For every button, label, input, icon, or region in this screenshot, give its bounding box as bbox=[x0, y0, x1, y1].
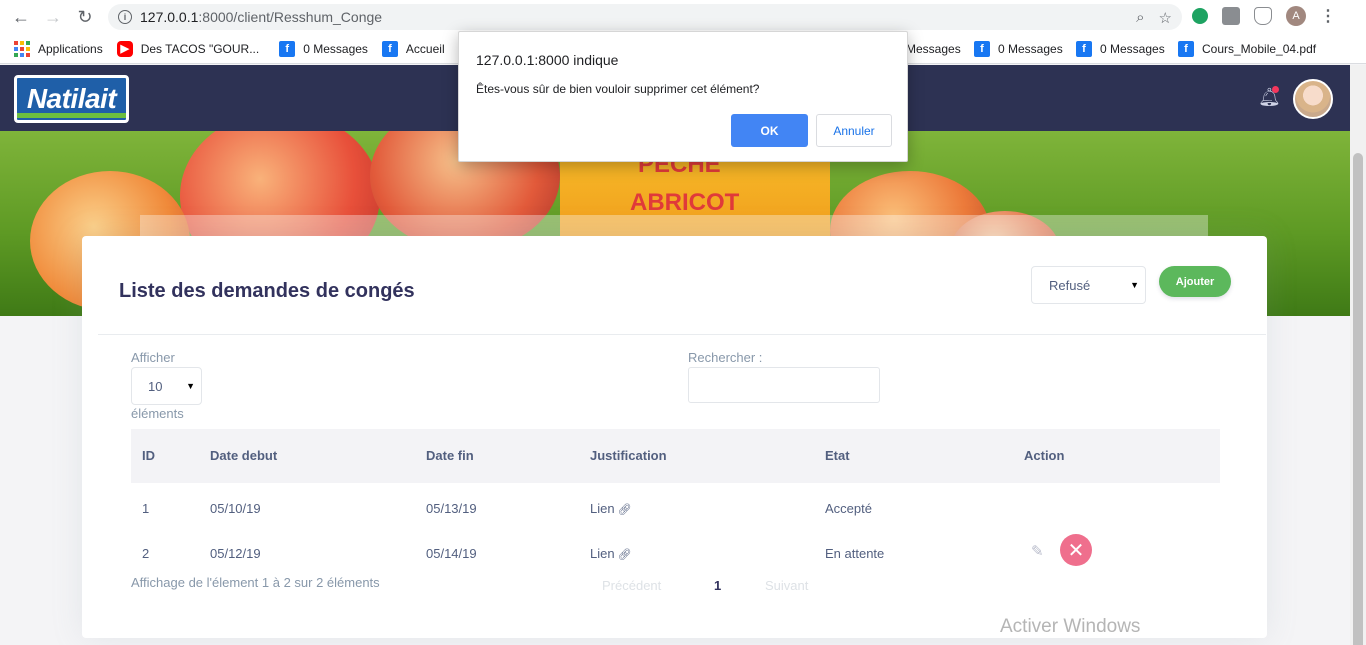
link-label: Lien bbox=[590, 546, 615, 561]
column-header-action[interactable]: Action bbox=[1024, 448, 1064, 463]
url-host: 127.0.0.1 bbox=[140, 9, 199, 25]
user-avatar[interactable] bbox=[1293, 79, 1333, 119]
url-path: :8000/client/Resshum_Conge bbox=[198, 9, 383, 25]
ok-button[interactable]: OK bbox=[731, 114, 808, 147]
address-bar[interactable]: i 127.0.0.1:8000/client/Resshum_Conge ⌕ … bbox=[108, 4, 1182, 30]
bookmark-label: Cours_Mobile_04.pdf bbox=[1202, 41, 1317, 56]
menu-dots-icon[interactable]: ⋮ bbox=[1320, 6, 1336, 26]
bookmark-label: Applications bbox=[38, 41, 103, 56]
justification-link[interactable]: Lien 🔗︎ bbox=[590, 501, 632, 516]
notification-bell-icon[interactable]: 🔔︎ bbox=[1258, 86, 1281, 107]
site-info-icon[interactable]: i bbox=[118, 10, 132, 24]
bookmark-label: 0 Messages bbox=[303, 41, 368, 56]
page-length-select[interactable]: 10 ▼ bbox=[131, 367, 202, 405]
cell-state: Accepté bbox=[825, 501, 872, 516]
cell-end: 05/13/19 bbox=[426, 501, 477, 516]
extension-bag-icon[interactable] bbox=[1222, 7, 1240, 25]
bookmark-label: Accueil bbox=[405, 41, 445, 56]
bookmark-accueil[interactable]: f Accueil bbox=[381, 40, 445, 57]
link-icon: 🔗︎ bbox=[617, 504, 632, 516]
status-filter-value: Refusé bbox=[1049, 277, 1091, 293]
caret-down-icon: ▼ bbox=[186, 381, 195, 391]
column-header-id[interactable]: ID bbox=[142, 448, 155, 463]
extension-shield-icon[interactable] bbox=[1254, 7, 1272, 25]
notification-dot bbox=[1272, 86, 1279, 93]
natilait-logo[interactable]: Natilait bbox=[14, 75, 129, 123]
facebook-icon: f bbox=[1178, 40, 1194, 57]
current-page-button[interactable]: 1 bbox=[714, 578, 721, 593]
confirm-dialog: 127.0.0.1:8000 indique Êtes-vous sûr de … bbox=[458, 31, 908, 162]
extension-green-icon[interactable] bbox=[1192, 8, 1208, 24]
search-label: Rechercher : bbox=[688, 350, 763, 365]
column-header-end[interactable]: Date fin bbox=[426, 448, 474, 463]
add-button[interactable]: Ajouter bbox=[1159, 266, 1231, 297]
delete-button[interactable]: ✕ bbox=[1060, 534, 1092, 566]
table-row: 2 05/12/19 05/14/19 Lien 🔗︎ En attente ✎ … bbox=[131, 532, 1220, 577]
page-title: Liste des demandes de congés bbox=[119, 280, 415, 302]
facebook-icon: f bbox=[279, 40, 296, 57]
profile-avatar[interactable]: A bbox=[1286, 6, 1306, 26]
cancel-button[interactable]: Annuler bbox=[816, 114, 892, 147]
bookmark-messages-1[interactable]: f 0 Messages bbox=[279, 40, 368, 57]
apps-icon bbox=[14, 40, 30, 57]
back-icon[interactable]: ← bbox=[10, 6, 32, 28]
column-header-state[interactable]: Etat bbox=[825, 448, 850, 463]
bookmark-label: 0 Messages bbox=[1100, 41, 1165, 56]
table-header: ID Date debut Date fin Justification Eta… bbox=[131, 429, 1220, 483]
bookmark-messages-4[interactable]: f 0 Messages bbox=[1076, 40, 1165, 57]
cell-start: 05/12/19 bbox=[210, 546, 261, 561]
dialog-title: 127.0.0.1:8000 indique bbox=[476, 52, 619, 68]
search-input[interactable] bbox=[688, 367, 880, 403]
forward-icon[interactable]: → bbox=[42, 6, 64, 28]
cell-end: 05/14/19 bbox=[426, 546, 477, 561]
bookmark-label: Messages bbox=[906, 41, 961, 56]
bookmark-tacos[interactable]: ▶ Des TACOS "GOUR... bbox=[116, 40, 260, 57]
cell-id: 1 bbox=[142, 501, 150, 516]
caret-down-icon: ▼ bbox=[1130, 280, 1139, 290]
facebook-icon: f bbox=[974, 40, 990, 57]
carton-label: ABRICOT bbox=[630, 189, 740, 216]
browser-toolbar: ← → ↻ i 127.0.0.1:8000/client/Resshum_Co… bbox=[0, 0, 1366, 34]
cell-start: 05/10/19 bbox=[210, 501, 261, 516]
zoom-icon[interactable]: ⌕ bbox=[1136, 9, 1144, 27]
status-filter-select[interactable]: Refusé ▼ bbox=[1031, 266, 1146, 304]
banner-overlay bbox=[140, 215, 1208, 237]
next-page-button[interactable]: Suivant bbox=[765, 578, 808, 593]
table-info: Affichage de l'élement 1 à 2 sur 2 éléme… bbox=[131, 575, 380, 590]
show-label: Afficher bbox=[131, 350, 175, 365]
bookmark-cours-pdf[interactable]: f Cours_Mobile_04.pdf bbox=[1178, 40, 1317, 57]
scrollbar-thumb[interactable] bbox=[1353, 153, 1363, 645]
link-label: Lien bbox=[590, 501, 615, 516]
table-row: 1 05/10/19 05/13/19 Lien 🔗︎ Accepté bbox=[131, 487, 1220, 532]
reload-icon[interactable]: ↻ bbox=[74, 6, 96, 28]
previous-page-button[interactable]: Précédent bbox=[602, 578, 661, 593]
link-icon: 🔗︎ bbox=[617, 549, 632, 561]
elements-label: éléments bbox=[131, 406, 184, 421]
bookmark-star-icon[interactable]: ☆ bbox=[1159, 9, 1172, 27]
dialog-message: Êtes-vous sûr de bien vouloir supprimer … bbox=[476, 82, 760, 96]
logo-text: Natilait bbox=[26, 83, 117, 114]
edit-icon[interactable]: ✎ bbox=[1031, 542, 1049, 560]
bookmark-messages-2[interactable]: Messages bbox=[906, 42, 961, 56]
bookmark-applications[interactable]: Applications bbox=[14, 40, 103, 57]
bookmark-label: Des TACOS "GOUR... bbox=[140, 41, 260, 56]
page-length-value: 10 bbox=[148, 378, 163, 394]
column-header-start[interactable]: Date debut bbox=[210, 448, 277, 463]
cell-id: 2 bbox=[142, 546, 150, 561]
close-icon: ✕ bbox=[1067, 539, 1085, 562]
page-scrollbar[interactable] bbox=[1350, 65, 1366, 645]
bookmark-label: 0 Messages bbox=[998, 41, 1063, 56]
leave-requests-card: Liste des demandes de congés Refusé ▼ Aj… bbox=[82, 236, 1267, 638]
facebook-icon: f bbox=[381, 40, 398, 57]
bookmark-messages-3[interactable]: f 0 Messages bbox=[974, 40, 1063, 57]
youtube-icon: ▶ bbox=[116, 40, 133, 57]
justification-link[interactable]: Lien 🔗︎ bbox=[590, 546, 632, 561]
column-header-justification[interactable]: Justification bbox=[590, 448, 667, 463]
facebook-icon: f bbox=[1076, 40, 1092, 57]
cell-state: En attente bbox=[825, 546, 885, 561]
divider bbox=[98, 334, 1266, 335]
windows-activation-watermark: Activer Windows bbox=[1000, 616, 1141, 637]
